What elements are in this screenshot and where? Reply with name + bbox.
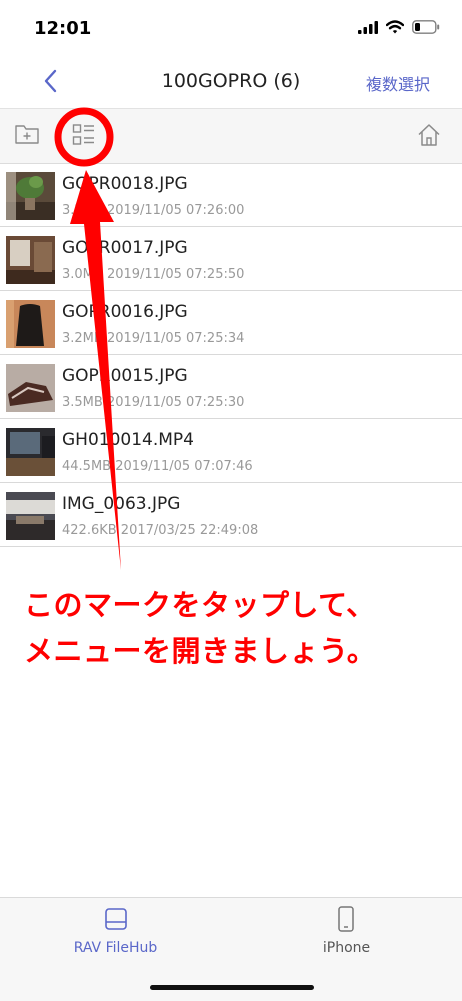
file-row[interactable]: GOPR0018.JPG 3.2MB 2019/11/05 07:26:00 <box>0 163 462 227</box>
toolbar <box>0 108 462 164</box>
file-thumbnail <box>6 364 55 412</box>
wifi-icon <box>386 20 404 34</box>
tab-iphone[interactable]: iPhone <box>231 898 462 978</box>
home-indicator <box>150 985 314 990</box>
file-meta: 3.5MB 2019/11/05 07:25:30 <box>62 395 245 410</box>
file-thumbnail <box>6 300 55 348</box>
file-row[interactable]: GOPR0017.JPG 3.0MB 2019/11/05 07:25:50 <box>0 227 462 291</box>
multi-select-button[interactable]: 複数選択 <box>366 71 430 95</box>
file-meta: 3.2MB 2019/11/05 07:26:00 <box>62 203 245 218</box>
file-row[interactable]: IMG_0063.JPG 422.6KB 2017/03/25 22:49:08 <box>0 483 462 547</box>
file-thumbnail <box>6 492 55 540</box>
signal-icon <box>358 20 378 34</box>
list-menu-icon[interactable] <box>72 122 96 148</box>
file-name: GOPR0017.JPG <box>62 238 188 258</box>
file-name: GOPR0016.JPG <box>62 302 188 322</box>
file-name: GOPR0018.JPG <box>62 174 188 194</box>
file-thumbnail <box>6 428 55 476</box>
drive-icon <box>105 908 127 930</box>
file-name: GOPR0015.JPG <box>62 366 188 386</box>
file-thumbnail <box>6 236 55 284</box>
file-row[interactable]: GH010014.MP4 44.5MB 2019/11/05 07:07:46 <box>0 419 462 483</box>
tab-label: iPhone <box>322 940 371 956</box>
navigation-bar: 100GOPRO (6) 複数選択 <box>0 56 462 108</box>
tab-rav-filehub[interactable]: RAV FileHub <box>0 898 231 978</box>
status-bar: 12:01 <box>0 0 462 56</box>
file-row[interactable]: GOPR0015.JPG 3.5MB 2019/11/05 07:25:30 <box>0 355 462 419</box>
file-name: GH010014.MP4 <box>62 430 194 450</box>
file-thumbnail <box>6 172 55 220</box>
status-icons <box>358 20 440 34</box>
file-row[interactable]: GOPR0016.JPG 3.2MB 2019/11/05 07:25:34 <box>0 291 462 355</box>
phone-icon <box>338 906 354 932</box>
file-meta: 44.5MB 2019/11/05 07:07:46 <box>62 459 253 474</box>
tab-label: RAV FileHub <box>73 940 158 956</box>
file-name: IMG_0063.JPG <box>62 494 181 514</box>
new-folder-icon[interactable] <box>14 122 40 146</box>
file-meta: 3.0MB 2019/11/05 07:25:50 <box>62 267 245 282</box>
annotation-line-2: メニューを開きましょう。 <box>24 634 377 668</box>
status-time: 12:01 <box>34 18 92 39</box>
annotation-line-1: このマークをタップして、 <box>24 588 376 622</box>
battery-icon <box>412 20 440 34</box>
file-list: GOPR0018.JPG 3.2MB 2019/11/05 07:26:00 G… <box>0 163 462 547</box>
file-meta: 3.2MB 2019/11/05 07:25:34 <box>62 331 245 346</box>
file-meta: 422.6KB 2017/03/25 22:49:08 <box>62 523 259 538</box>
home-icon[interactable] <box>416 122 442 148</box>
